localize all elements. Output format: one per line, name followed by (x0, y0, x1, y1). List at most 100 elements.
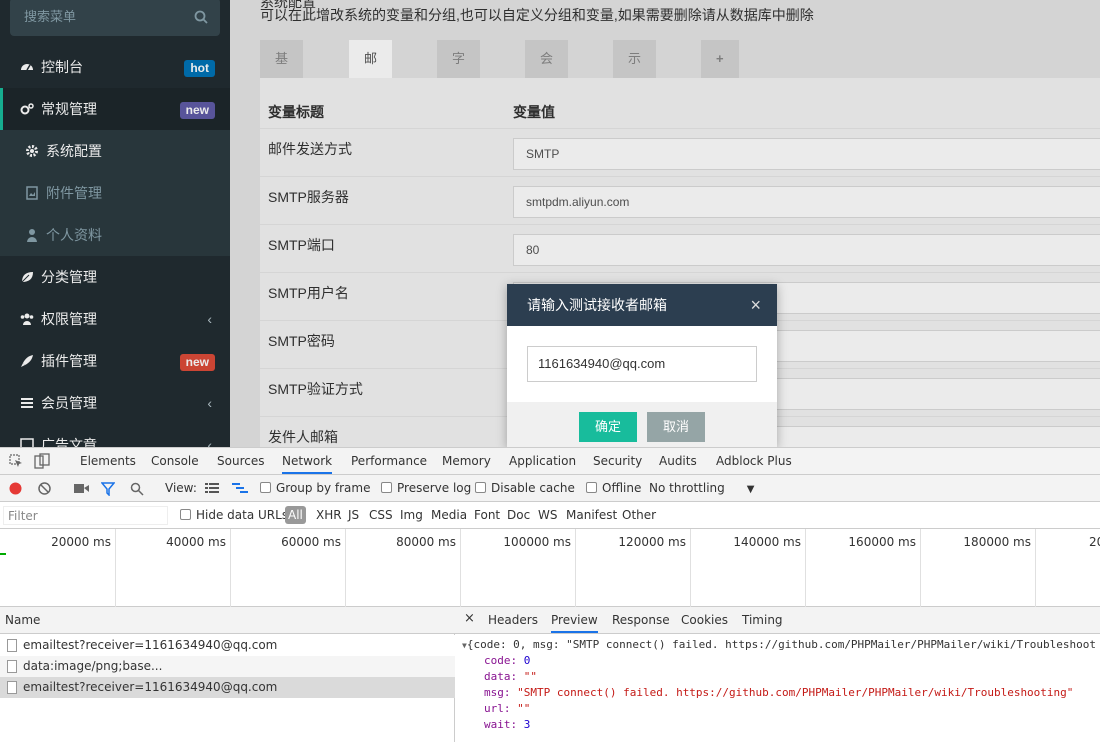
filter-bar: Filter Hide data URLs All XHR JS CSS Img… (0, 502, 1100, 529)
camera-icon[interactable] (74, 483, 89, 494)
checkbox-box (260, 482, 271, 493)
tick-label: 60000 ms (281, 535, 341, 549)
filter-type-doc[interactable]: Doc (507, 508, 530, 522)
timeline-tick: 40000 ms (115, 529, 230, 607)
filter-icon[interactable] (101, 482, 115, 496)
receiver-email-input[interactable]: 1161634940@qq.com (527, 346, 757, 382)
device-toolbar-icon[interactable] (34, 453, 50, 469)
tick-label: 20000 ms (51, 535, 111, 549)
tick-label: 140000 ms (733, 535, 801, 549)
json-field: data: "" (484, 670, 537, 683)
checkbox-label: Disable cache (491, 481, 575, 495)
timeline-tick: 20 (1035, 529, 1100, 607)
preserve-log-checkbox[interactable]: Preserve log (381, 481, 471, 495)
clear-icon[interactable] (38, 482, 51, 495)
timeline-tick: 140000 ms (690, 529, 805, 607)
file-icon (7, 660, 17, 673)
filter-type-all[interactable]: All (285, 506, 306, 524)
tab-elements[interactable]: Elements (80, 454, 136, 468)
network-timeline[interactable]: 20000 ms 40000 ms 60000 ms 80000 ms 1000… (0, 529, 1100, 607)
list-view-icon[interactable] (205, 483, 219, 494)
disable-cache-checkbox[interactable]: Disable cache (475, 481, 575, 495)
tab-application[interactable]: Application (509, 454, 576, 468)
timeline-tick: 80000 ms (345, 529, 460, 607)
filter-type-media[interactable]: Media (431, 508, 467, 522)
tab-cookies[interactable]: Cookies (681, 613, 728, 627)
tab-timing[interactable]: Timing (742, 613, 783, 627)
filter-type-css[interactable]: CSS (369, 508, 393, 522)
timeline-tick: 100000 ms (460, 529, 575, 607)
offline-checkbox[interactable]: Offline (586, 481, 641, 495)
tick-label: 20 (1089, 535, 1100, 549)
request-detail: × Headers Preview Response Cookies Timin… (455, 607, 1100, 742)
filter-type-font[interactable]: Font (474, 508, 500, 522)
cancel-button[interactable]: 取消 (647, 412, 705, 442)
json-field: code: 0 (484, 654, 530, 667)
close-icon[interactable]: × (750, 284, 761, 326)
filter-input[interactable]: Filter (3, 506, 168, 525)
tab-performance[interactable]: Performance (351, 454, 427, 468)
group-by-frame-checkbox[interactable]: Group by frame (260, 481, 370, 495)
view-label: View: (165, 481, 197, 495)
checkbox-box (381, 482, 392, 493)
file-icon (7, 639, 17, 652)
request-row[interactable]: data:image/png;base... (0, 656, 455, 677)
admin-app: 搜索菜单 控制台 hot 常规管理 new 系统配置 附件管理 个人资料 分类管… (0, 0, 1100, 447)
test-email-dialog: 请输入测试接收者邮箱 × 1161634940@qq.com 确定 取消 (507, 284, 777, 447)
tab-sources[interactable]: Sources (217, 454, 264, 468)
json-summary-row[interactable]: ▼{code: 0, msg: "SMTP connect() failed. … (462, 638, 1096, 651)
json-value: "SMTP connect() failed. https://github.c… (517, 686, 1074, 699)
request-row-selected[interactable]: emailtest?receiver=1161634940@qq.com (0, 677, 455, 698)
record-icon[interactable] (9, 482, 22, 495)
tab-security[interactable]: Security (593, 454, 642, 468)
json-key: wait: (484, 718, 524, 731)
json-value: 3 (523, 718, 531, 731)
close-icon[interactable]: × (464, 611, 475, 626)
dialog-title: 请输入测试接收者邮箱 (527, 297, 667, 313)
tab-adblock-plus[interactable]: Adblock Plus (716, 454, 792, 468)
request-name: emailtest?receiver=1161634940@qq.com (23, 680, 278, 694)
json-field: wait: 3 (484, 718, 530, 731)
tab-audits[interactable]: Audits (659, 454, 697, 468)
throttling-select[interactable]: No throttling ▼ (649, 481, 754, 495)
json-value: "" (523, 670, 537, 683)
tab-response[interactable]: Response (612, 613, 670, 627)
request-name: emailtest?receiver=1161634940@qq.com (23, 638, 278, 652)
request-row[interactable]: emailtest?receiver=1161634940@qq.com (0, 635, 455, 656)
tick-label: 80000 ms (396, 535, 456, 549)
hide-data-urls-checkbox[interactable]: Hide data URLs (180, 508, 288, 522)
tab-console[interactable]: Console (151, 454, 199, 468)
tab-memory[interactable]: Memory (442, 454, 491, 468)
checkbox-box (180, 509, 191, 520)
json-field: url: "" (484, 702, 530, 715)
detail-tabs: × Headers Preview Response Cookies Timin… (455, 607, 1100, 634)
filter-type-other[interactable]: Other (622, 508, 656, 522)
inspect-element-icon[interactable] (9, 454, 23, 468)
tab-network[interactable]: Network (282, 454, 333, 474)
json-value: "" (517, 702, 531, 715)
checkbox-box (586, 482, 597, 493)
name-column-header[interactable]: Name (0, 607, 455, 634)
dialog-footer: 确定 取消 (507, 402, 777, 447)
json-preview: ▼{code: 0, msg: "SMTP connect() failed. … (455, 634, 1100, 742)
dialog-header: 请输入测试接收者邮箱 × (507, 284, 777, 326)
checkbox-label: Group by frame (276, 481, 371, 495)
filter-type-xhr[interactable]: XHR (316, 508, 342, 522)
json-field: msg: "SMTP connect() failed. https://git… (484, 686, 1073, 699)
filter-type-ws[interactable]: WS (538, 508, 557, 522)
filter-type-manifest[interactable]: Manifest (566, 508, 617, 522)
json-key: code: (484, 654, 524, 667)
tab-preview[interactable]: Preview (551, 613, 598, 633)
waterfall-icon[interactable] (232, 483, 248, 494)
tab-headers[interactable]: Headers (488, 613, 538, 627)
tick-label: 40000 ms (166, 535, 226, 549)
search-icon[interactable] (130, 482, 144, 496)
tick-label: 180000 ms (963, 535, 1031, 549)
json-value: 0 (523, 654, 531, 667)
tick-label: 160000 ms (848, 535, 916, 549)
confirm-button[interactable]: 确定 (579, 412, 637, 442)
file-icon (7, 681, 17, 694)
checkbox-label: Preserve log (397, 481, 472, 495)
filter-type-js[interactable]: JS (348, 508, 359, 522)
filter-type-img[interactable]: Img (400, 508, 423, 522)
